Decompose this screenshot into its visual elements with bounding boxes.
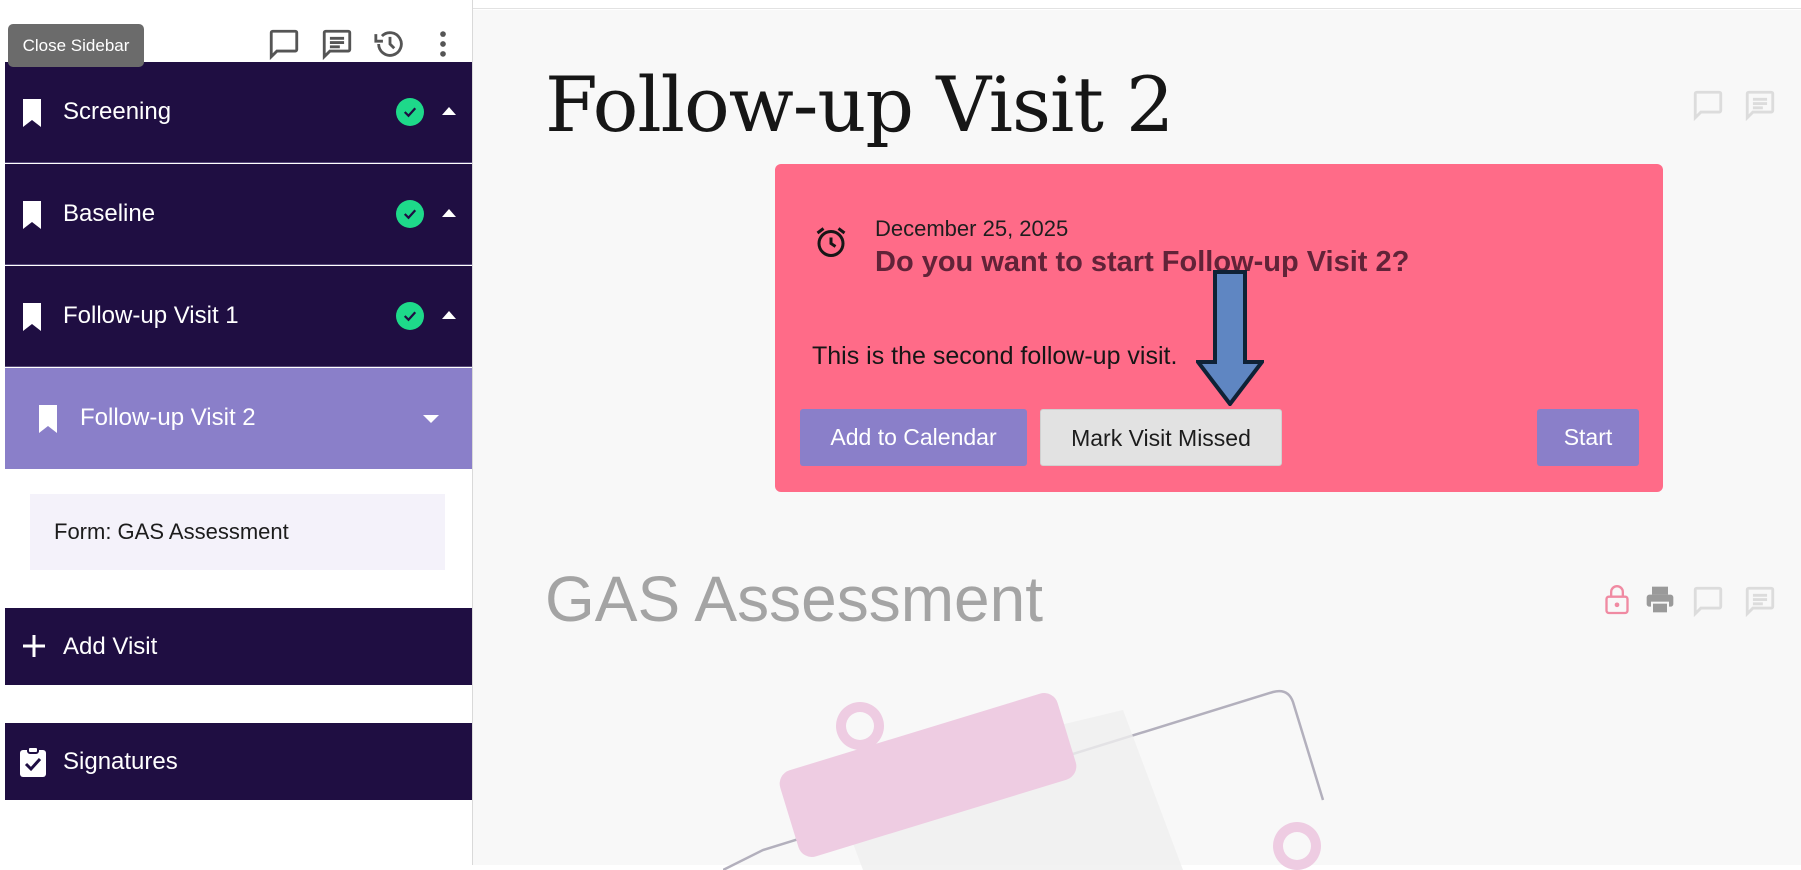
add-to-calendar-button[interactable]: Add to Calendar — [800, 409, 1027, 466]
add-visit-label: Add Visit — [63, 633, 158, 660]
signatures-label: Signatures — [63, 748, 178, 775]
comments-list-icon[interactable] — [1743, 88, 1777, 122]
comments-list-icon[interactable] — [1743, 584, 1777, 618]
visit-description: This is the second follow-up visit. — [812, 342, 1178, 370]
clipboard-illustration — [723, 689, 1325, 870]
sidebar-visit-screening[interactable]: Screening — [5, 62, 472, 163]
sidebar-visit-follow-up-1[interactable]: Follow-up Visit 1 — [5, 266, 472, 367]
add-visit-button[interactable]: Add Visit — [5, 608, 472, 685]
close-sidebar-tooltip: Close Sidebar — [8, 24, 144, 67]
start-visit-question: Do you want to start Follow-up Visit 2? — [875, 246, 1410, 278]
check-circle-icon — [396, 98, 424, 126]
chevron-down-icon[interactable] — [423, 415, 439, 423]
chevron-up-icon[interactable] — [442, 107, 456, 115]
print-icon[interactable] — [1643, 584, 1677, 616]
visit-label: Baseline — [63, 200, 156, 227]
comments-list-icon[interactable] — [319, 26, 355, 62]
bookmark-icon — [23, 201, 41, 229]
sidebar-visit-follow-up-2[interactable]: Follow-up Visit 2 — [5, 368, 472, 469]
visit-label: Screening — [63, 98, 172, 125]
comment-icon[interactable] — [1691, 88, 1725, 122]
bookmark-icon — [23, 303, 41, 331]
chevron-up-icon[interactable] — [442, 209, 456, 217]
page-title: Follow-up Visit 2 — [545, 60, 1174, 149]
history-icon[interactable] — [372, 26, 408, 62]
comment-icon[interactable] — [266, 26, 302, 62]
chevron-up-icon[interactable] — [442, 311, 456, 319]
check-circle-icon — [396, 200, 424, 228]
main-content: Follow-up Visit 2 December 25, 2025 Do y… — [473, 10, 1801, 870]
mark-visit-missed-button[interactable]: Mark Visit Missed — [1040, 409, 1282, 466]
clipboard-check-icon — [20, 746, 46, 777]
more-vert-icon[interactable] — [425, 26, 461, 62]
check-circle-icon — [396, 302, 424, 330]
visit-label: Follow-up Visit 1 — [63, 302, 239, 329]
sidebar: Close Sidebar Screening Baseline Follow-… — [0, 0, 473, 865]
sidebar-visit-baseline[interactable]: Baseline — [5, 164, 472, 265]
visit-label: Follow-up Visit 2 — [80, 404, 256, 431]
visit-date: December 25, 2025 — [875, 216, 1069, 241]
form-title: GAS Assessment — [545, 563, 1043, 635]
down-arrow-annotation — [1196, 270, 1264, 406]
start-button[interactable]: Start — [1537, 409, 1639, 466]
plus-icon — [23, 635, 45, 657]
comment-icon[interactable] — [1691, 584, 1725, 618]
bookmark-icon — [23, 99, 41, 127]
lock-icon[interactable] — [1603, 582, 1631, 616]
signatures-button[interactable]: Signatures — [5, 723, 472, 800]
sidebar-form-gas-assessment[interactable]: Form: GAS Assessment — [30, 494, 445, 570]
bookmark-icon — [39, 405, 57, 433]
alarm-clock-icon — [816, 227, 846, 257]
